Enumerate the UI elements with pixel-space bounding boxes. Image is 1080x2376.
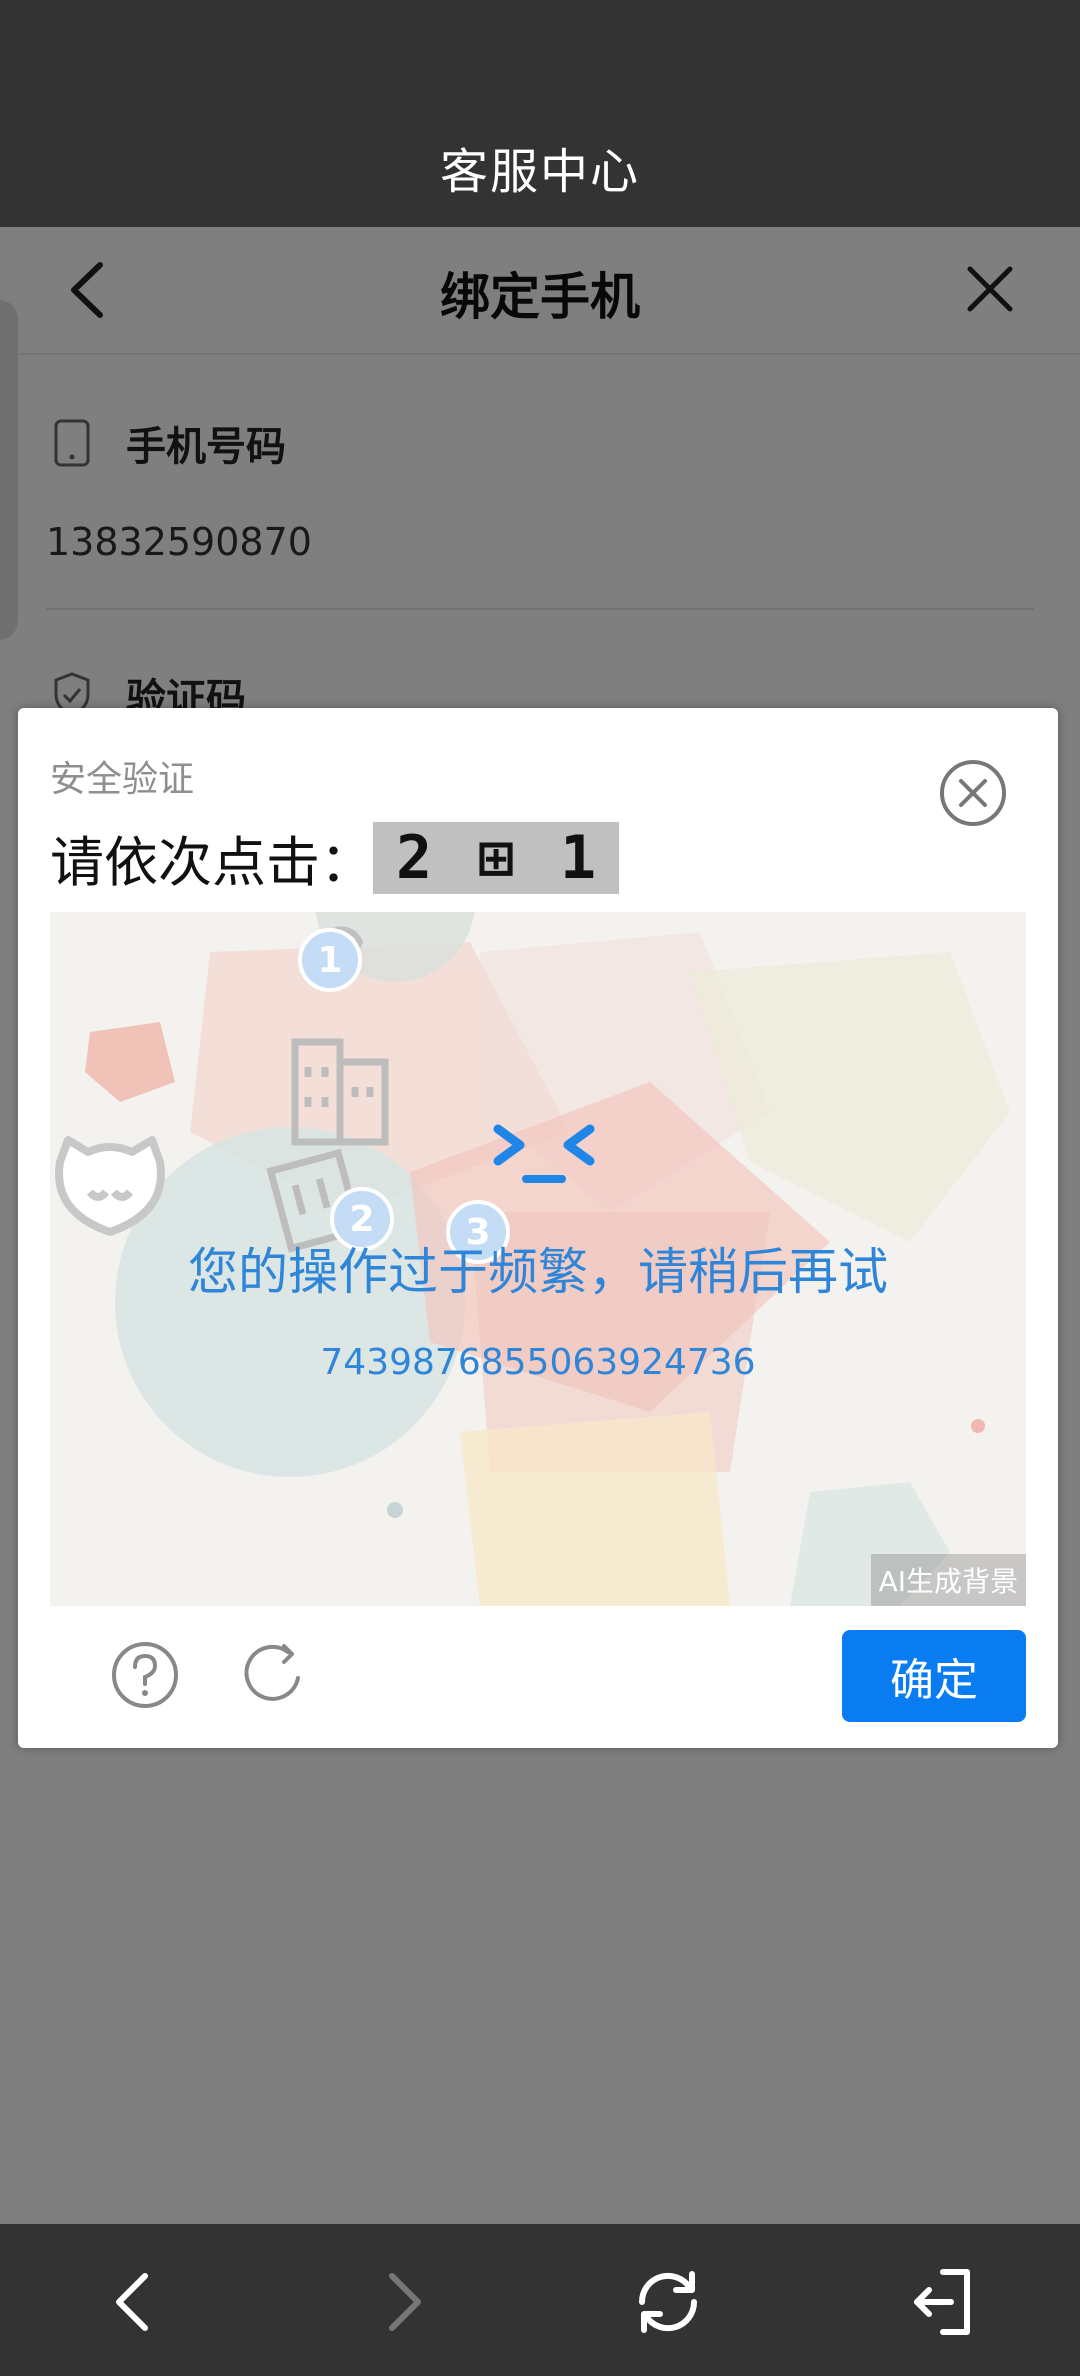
- target-3: 1: [559, 823, 597, 893]
- target-sequence: 2 ⊞ 1: [373, 822, 619, 894]
- confirm-button[interactable]: 确定: [842, 1630, 1026, 1722]
- help-icon[interactable]: [110, 1640, 180, 1710]
- click-instruction: 请依次点击：: [50, 831, 374, 894]
- target-1: 2: [395, 823, 433, 893]
- top-bar: 客服中心: [0, 0, 1080, 227]
- captcha-dialog: 安全验证 请依次点击： 2 ⊞ 1 1 2 3 您的操作过于频繁，请稍后再试 7…: [18, 708, 1058, 1748]
- ai-background-badge: AI生成背景: [870, 1554, 1026, 1606]
- back-icon[interactable]: [95, 2262, 175, 2342]
- target-2: ⊞: [477, 823, 515, 893]
- close-circle-icon[interactable]: [938, 758, 1008, 828]
- error-code: 7439876855063924736: [320, 1342, 756, 1383]
- click-marker[interactable]: 1: [298, 928, 362, 992]
- refresh-icon[interactable]: [240, 1640, 310, 1710]
- reload-icon[interactable]: [628, 2262, 708, 2342]
- bottom-nav: [0, 2224, 1080, 2376]
- app-title: 客服中心: [439, 144, 640, 200]
- forward-icon[interactable]: [362, 2262, 442, 2342]
- error-face-icon: [493, 1124, 595, 1183]
- exit-icon[interactable]: [905, 2262, 985, 2342]
- dialog-title: 安全验证: [50, 759, 195, 800]
- captcha-image[interactable]: 1 2 3 您的操作过于频繁，请稍后再试 7439876855063924736…: [50, 912, 1026, 1606]
- error-message: 您的操作过于频繁，请稍后再试: [188, 1243, 888, 1301]
